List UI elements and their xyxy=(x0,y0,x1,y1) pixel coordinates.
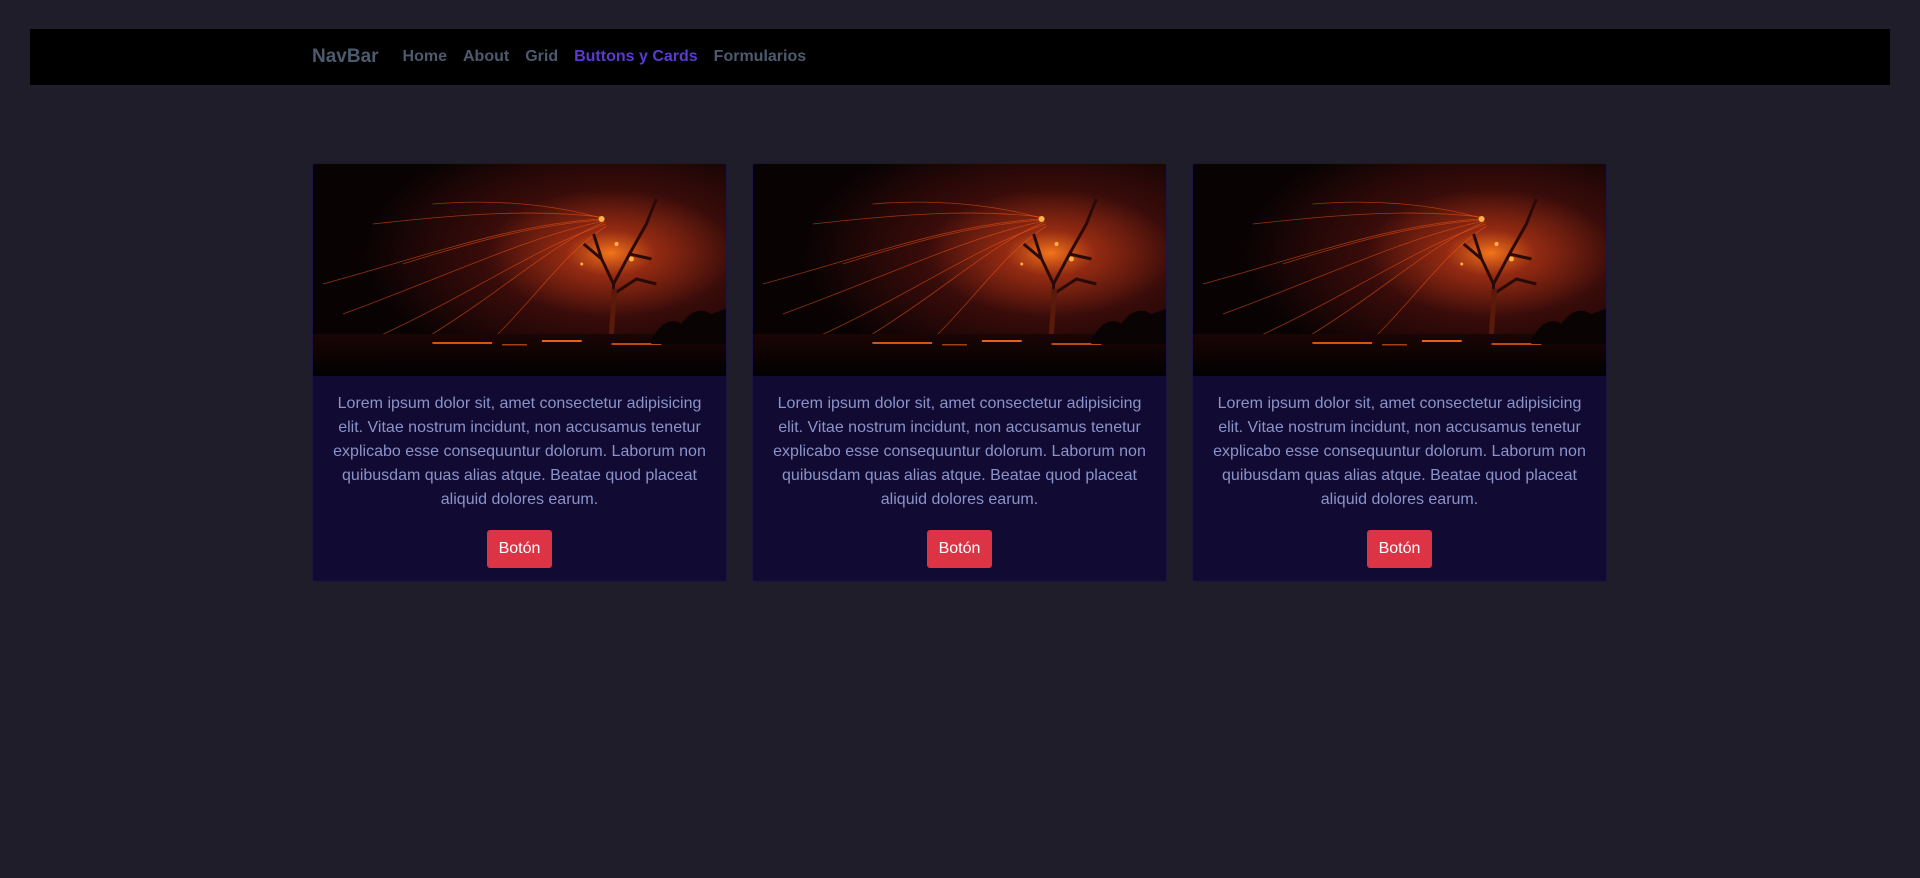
card-image xyxy=(753,164,1166,376)
card-body: Lorem ipsum dolor sit, amet consectetur … xyxy=(313,376,726,568)
card-image xyxy=(1193,164,1606,376)
card-body: Lorem ipsum dolor sit, amet consectetur … xyxy=(753,376,1166,568)
card-grid: Lorem ipsum dolor sit, amet consectetur … xyxy=(312,163,1607,582)
card-body: Lorem ipsum dolor sit, amet consectetur … xyxy=(1193,376,1606,568)
navbar: NavBar Home About Grid Buttons y Cards F… xyxy=(30,29,1890,85)
nav-link-home[interactable]: Home xyxy=(403,48,447,66)
card-button[interactable]: Botón xyxy=(1366,530,1433,568)
card: Lorem ipsum dolor sit, amet consectetur … xyxy=(1192,163,1607,582)
nav-link-formularios[interactable]: Formularios xyxy=(714,48,806,66)
card: Lorem ipsum dolor sit, amet consectetur … xyxy=(752,163,1167,582)
card: Lorem ipsum dolor sit, amet consectetur … xyxy=(312,163,727,582)
nav-link-about[interactable]: About xyxy=(463,48,509,66)
navbar-inner: NavBar Home About Grid Buttons y Cards F… xyxy=(312,29,822,85)
card-text: Lorem ipsum dolor sit, amet consectetur … xyxy=(1213,395,1586,508)
card-image xyxy=(313,164,726,376)
nav-link-grid[interactable]: Grid xyxy=(525,48,558,66)
card-button[interactable]: Botón xyxy=(486,530,553,568)
card-text: Lorem ipsum dolor sit, amet consectetur … xyxy=(333,395,706,508)
card-text: Lorem ipsum dolor sit, amet consectetur … xyxy=(773,395,1146,508)
card-button[interactable]: Botón xyxy=(926,530,993,568)
navbar-brand[interactable]: NavBar xyxy=(312,46,379,68)
nav-link-buttons-y-cards[interactable]: Buttons y Cards xyxy=(574,48,698,66)
